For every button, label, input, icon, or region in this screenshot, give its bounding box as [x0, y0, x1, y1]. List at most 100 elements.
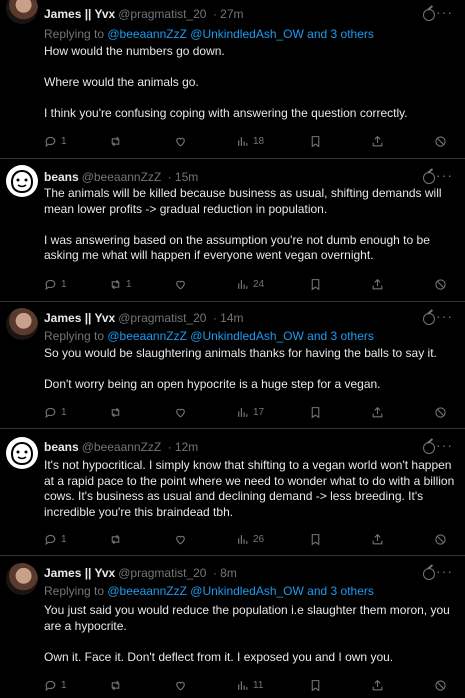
share-button[interactable]: [371, 677, 384, 693]
reply-button[interactable]: 1: [44, 677, 67, 693]
reply-mentions-link[interactable]: @beeaannZzZ @UnkindledAsh_OW and 3 other…: [107, 584, 374, 598]
avatar[interactable]: [6, 308, 38, 340]
block-button[interactable]: [434, 531, 447, 547]
share-icon: [372, 135, 383, 146]
share-button[interactable]: [371, 276, 384, 292]
block-button[interactable]: [434, 404, 447, 420]
author-handle[interactable]: @pragmatist_20: [118, 7, 206, 21]
bookmark-icon: [311, 533, 320, 545]
like-button[interactable]: [174, 133, 191, 149]
action-bar: 1 18: [44, 133, 456, 149]
bookmark-button[interactable]: [309, 531, 322, 547]
like-button[interactable]: [174, 677, 191, 693]
block-button[interactable]: [434, 133, 447, 149]
tweet[interactable]: James || Yvx @pragmatist_20 · 8m ··· Repl…: [0, 556, 465, 698]
author-name[interactable]: James || Yvx: [44, 311, 115, 325]
reply-button[interactable]: 1: [44, 276, 67, 292]
like-button[interactable]: [174, 531, 191, 547]
views-button[interactable]: 26: [236, 531, 264, 547]
more-options-icon[interactable]: ···: [436, 563, 453, 579]
author-name[interactable]: beans: [44, 170, 79, 184]
views-button[interactable]: 17: [236, 404, 264, 420]
avatar[interactable]: [6, 165, 38, 197]
tweet-text: How would the numbers go down. Where wou…: [44, 44, 456, 122]
bookmark-button[interactable]: [309, 276, 322, 292]
author-handle[interactable]: @pragmatist_20: [118, 566, 206, 580]
reply-button[interactable]: 1: [44, 531, 67, 547]
more-options-icon[interactable]: ···: [436, 167, 453, 183]
more-options-icon[interactable]: ···: [436, 4, 453, 20]
reply-mentions-link[interactable]: @beeaannZzZ @UnkindledAsh_OW and 3 other…: [107, 329, 374, 343]
author-handle[interactable]: @pragmatist_20: [118, 311, 206, 325]
views-button[interactable]: 24: [236, 276, 264, 292]
reply-button[interactable]: 1: [44, 133, 67, 149]
repost-icon: [111, 279, 120, 289]
tweet-header: beans @beeaannZzZ · 15m: [44, 170, 198, 184]
bookmark-icon: [311, 135, 320, 147]
avatar[interactable]: [6, 437, 38, 469]
reply-prefix: Replying to: [44, 584, 108, 598]
repost-button[interactable]: [109, 133, 126, 149]
tweet-header: James || Yvx @pragmatist_20 · 8m: [44, 566, 237, 580]
timestamp[interactable]: · 14m: [213, 311, 244, 325]
grok-icon[interactable]: [423, 172, 435, 184]
views-icon: [238, 680, 248, 690]
more-options-icon[interactable]: ···: [436, 308, 453, 324]
block-icon: [435, 406, 446, 418]
share-icon: [372, 406, 383, 417]
tweet-paragraph: Where would the animals go.: [44, 75, 199, 89]
timestamp[interactable]: · 15m: [168, 170, 199, 184]
heart-icon: [176, 681, 185, 690]
author-name[interactable]: beans: [44, 440, 79, 454]
grok-icon[interactable]: [423, 313, 435, 325]
grok-icon[interactable]: [423, 568, 435, 580]
reply-mentions-link[interactable]: @beeaannZzZ @UnkindledAsh_OW and 3 other…: [107, 27, 374, 41]
more-options-icon[interactable]: ···: [436, 437, 453, 453]
repost-button[interactable]: 1: [109, 276, 132, 292]
like-button[interactable]: [174, 404, 191, 420]
tweet-text: So you would be slaughtering animals tha…: [44, 346, 456, 393]
block-icon: [435, 135, 446, 147]
share-button[interactable]: [371, 133, 384, 149]
timestamp[interactable]: · 27m: [213, 7, 244, 21]
reply-button[interactable]: 1: [44, 404, 67, 420]
block-button[interactable]: [434, 677, 447, 693]
repost-button[interactable]: [109, 531, 126, 547]
share-icon: [372, 278, 383, 289]
author-handle[interactable]: @beeaannZzZ: [82, 440, 162, 454]
grok-icon[interactable]: [423, 9, 435, 21]
timestamp[interactable]: · 8m: [213, 566, 237, 580]
avatar[interactable]: [6, 563, 38, 595]
tweet[interactable]: beans @beeaannZzZ · 12m ··· It's not hypo…: [0, 429, 465, 555]
cartoon-face-icon: [10, 169, 34, 194]
views-icon: [238, 136, 248, 146]
avatar[interactable]: [6, 0, 38, 24]
reply-count: 1: [61, 135, 67, 147]
author-handle[interactable]: @beeaannZzZ: [82, 170, 162, 184]
reply-count: 1: [61, 533, 67, 545]
timestamp[interactable]: · 12m: [168, 440, 199, 454]
like-button[interactable]: [174, 276, 191, 292]
tweet[interactable]: James || Yvx @pragmatist_20 · 14m ··· Rep…: [0, 302, 465, 428]
author-name[interactable]: James || Yvx: [44, 7, 115, 21]
action-bar: 1 11: [44, 677, 456, 693]
reply-prefix: Replying to: [44, 27, 108, 41]
grok-icon[interactable]: [423, 442, 435, 454]
bookmark-button[interactable]: [309, 404, 322, 420]
reply-icon: [45, 407, 56, 418]
repost-button[interactable]: [109, 677, 126, 693]
tweet[interactable]: beans @beeaannZzZ · 15m ··· The animals w…: [0, 159, 465, 301]
views-button[interactable]: 11: [236, 677, 263, 693]
share-button[interactable]: [371, 404, 384, 420]
views-button[interactable]: 18: [236, 133, 264, 149]
tweet-paragraph: You just said you would reduce the popul…: [44, 603, 450, 633]
bookmark-button[interactable]: [309, 677, 322, 693]
tweet[interactable]: James || Yvx @pragmatist_20 · 27m ··· Rep…: [0, 0, 465, 158]
repost-button[interactable]: [109, 404, 126, 420]
reply-icon: [45, 136, 56, 147]
bookmark-button[interactable]: [309, 133, 322, 149]
tweet-paragraph: So you would be slaughtering animals tha…: [44, 346, 437, 360]
block-button[interactable]: [434, 276, 447, 292]
share-button[interactable]: [371, 531, 384, 547]
author-name[interactable]: James || Yvx: [44, 566, 115, 580]
